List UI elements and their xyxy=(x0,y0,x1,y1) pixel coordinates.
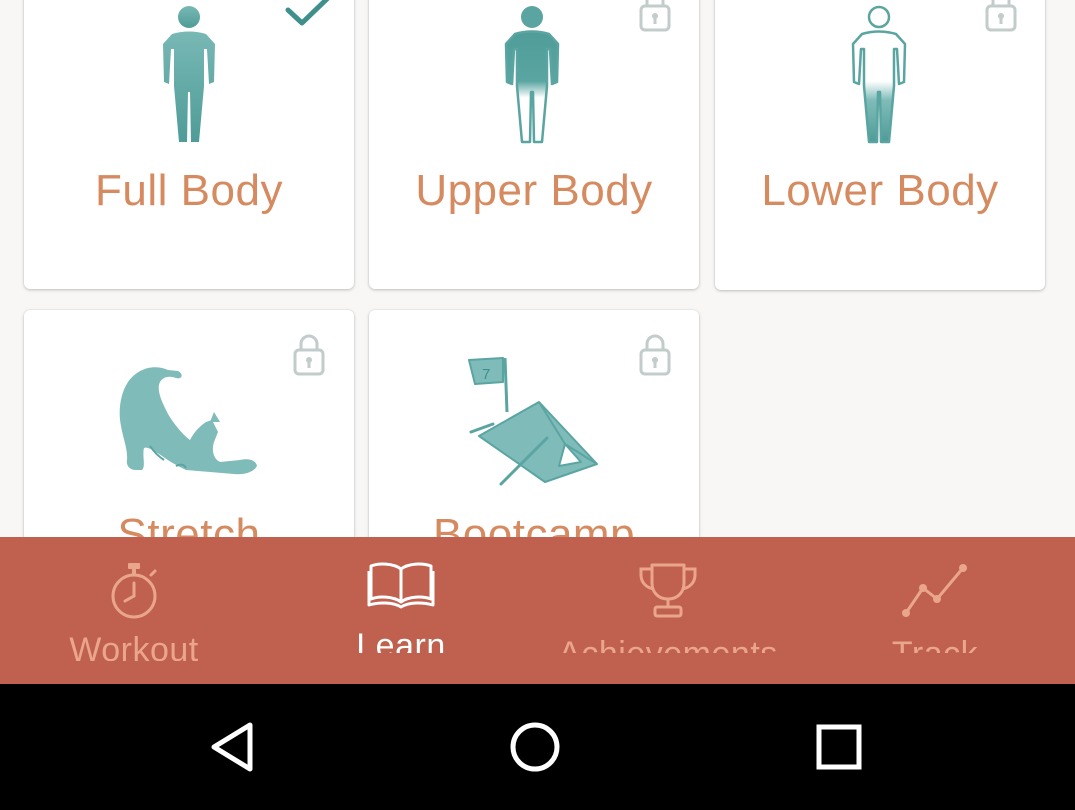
nav-item-workout[interactable]: Workout xyxy=(0,537,268,684)
nav-item-learn[interactable]: Learn xyxy=(267,537,535,684)
nav-label: Workout xyxy=(69,631,199,661)
nav-label: Track xyxy=(801,631,1069,653)
card-bootcamp[interactable]: 7 Bootcamp xyxy=(369,310,699,537)
upper-body-figure-icon xyxy=(504,6,560,144)
card-title: Bootcamp xyxy=(432,510,636,537)
card-title: Lower Body xyxy=(761,166,999,215)
lock-icon xyxy=(985,0,1017,32)
nav-label: Learn xyxy=(356,627,446,653)
trend-line-icon xyxy=(902,564,967,617)
nav-item-achievements[interactable]: Achievements xyxy=(534,537,802,684)
stopwatch-icon xyxy=(111,563,157,619)
back-triangle-icon[interactable] xyxy=(208,720,258,774)
checkmark-icon xyxy=(285,0,330,26)
card-full-body[interactable]: Full Body xyxy=(24,0,354,289)
open-book-icon xyxy=(367,562,435,609)
lock-icon xyxy=(639,0,671,32)
card-title: Stretch xyxy=(117,510,261,537)
lock-icon xyxy=(293,334,325,376)
card-stretch[interactable]: Stretch xyxy=(24,310,354,537)
bottom-navigation-bar: Workout Learn Achievements xyxy=(0,537,1075,684)
card-upper-body[interactable]: Upper Body xyxy=(369,0,699,289)
nav-item-track[interactable]: Track xyxy=(801,537,1069,684)
lower-body-figure-icon xyxy=(851,5,907,144)
trophy-icon xyxy=(639,563,697,618)
card-title: Upper Body xyxy=(415,166,653,215)
full-body-figure-icon xyxy=(163,6,215,142)
tent-flag-icon: 7 xyxy=(468,357,598,486)
system-navigation-bar xyxy=(0,684,1075,810)
workout-category-grid: Full Body Upper Body Lower Body Stretch … xyxy=(0,0,1075,537)
flag-number: 7 xyxy=(482,366,490,383)
nav-label: Achievements xyxy=(534,631,802,653)
recents-square-icon[interactable] xyxy=(815,723,863,771)
card-lower-body[interactable]: Lower Body xyxy=(715,0,1045,290)
home-circle-icon[interactable] xyxy=(508,720,562,774)
lock-icon xyxy=(639,334,671,376)
card-title: Full Body xyxy=(95,166,283,215)
stretching-cat-icon xyxy=(119,367,258,475)
